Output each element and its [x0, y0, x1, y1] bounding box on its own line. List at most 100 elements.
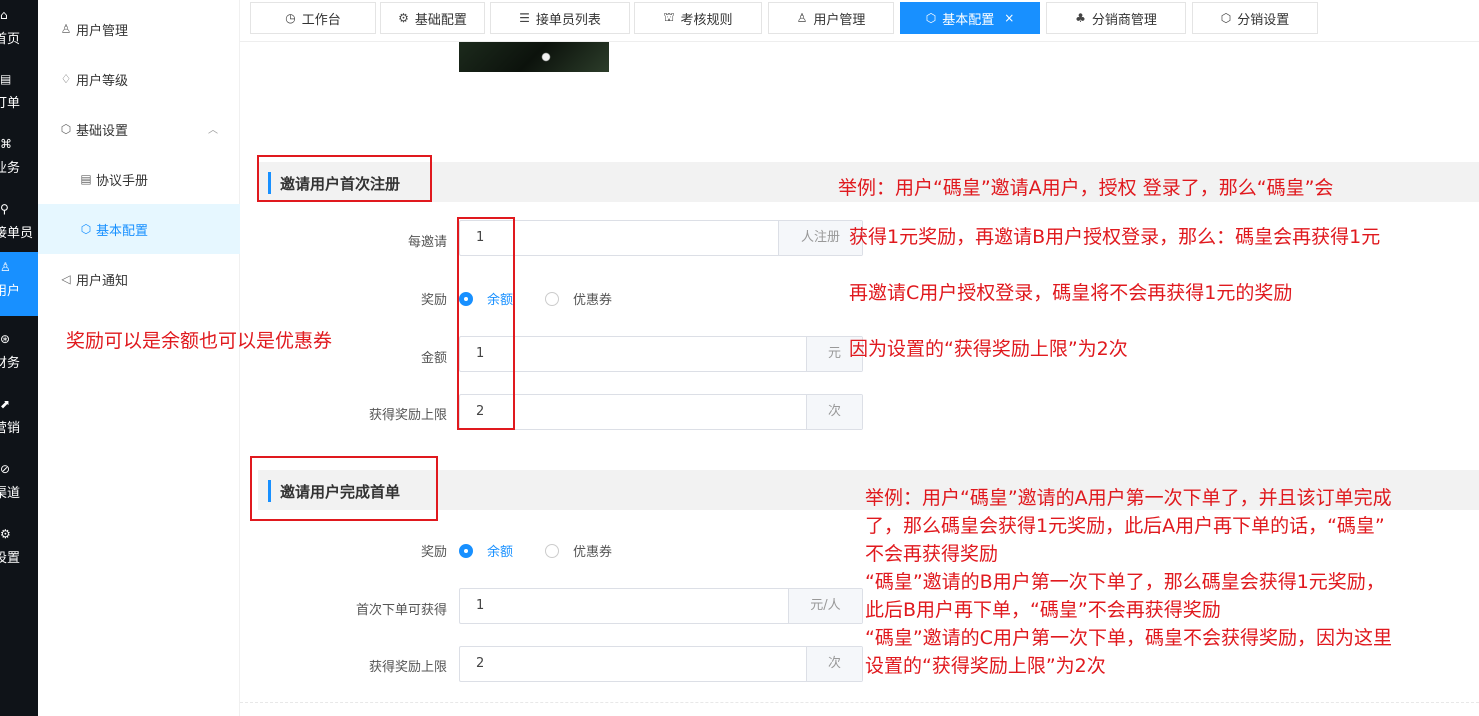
annotation-reward-note: 奖励可以是余额也可以是优惠券: [66, 330, 333, 352]
tab-label: 分销商管理: [1091, 12, 1157, 28]
tab-label: 考核规则: [680, 12, 733, 28]
rail-item-settings[interactable]: ⚙ 设置: [0, 519, 38, 583]
flower-graphic: [539, 48, 553, 66]
reward-limit-input[interactable]: 2 次: [459, 394, 863, 430]
rail-item-business[interactable]: ⌘ 业务: [0, 129, 38, 193]
sidebar-item-user-management[interactable]: ♙ 用户管理: [38, 4, 240, 54]
reward-label: 奖励: [420, 293, 447, 308]
reward-label-2: 奖励: [420, 545, 447, 560]
reward-limit-input-2[interactable]: 2 次: [459, 646, 863, 682]
radio-dot: [459, 543, 473, 558]
rail-item-marketing[interactable]: ⬈ 营销: [0, 389, 38, 453]
annotation-example2-line: 此后B用户再下单，“碼皇”不会再获得奖励: [865, 599, 1221, 621]
sidebar-item-label: 协议手册: [96, 173, 149, 189]
rail-item-home[interactable]: ⌂ 首页: [0, 0, 38, 64]
tab-label: 基础配置: [414, 12, 467, 28]
tab-label: 工作台: [301, 12, 341, 28]
annotation-example2-line: 不会再获得奖励: [865, 543, 999, 565]
first-order-input[interactable]: 1 元/人: [459, 588, 863, 624]
business-icon: ⌘: [0, 137, 12, 151]
channel-icon: ⊘: [0, 462, 11, 476]
rail-item-label: 渠道: [0, 486, 21, 501]
radio-label: 优惠券: [573, 545, 613, 560]
sub-sidebar: ♙ 用户管理 ♢ 用户等级 ⬡ 基础设置 ︿ ▤ 协议手册 ⬡ 基本配置 ◁ 用…: [38, 0, 240, 716]
radio-label: 余额: [487, 545, 514, 560]
close-icon[interactable]: ×: [1004, 11, 1014, 25]
rail-item-label: 财务: [0, 356, 21, 371]
rail-item-label: 营销: [0, 421, 21, 436]
tab-user-management[interactable]: ♙ 用户管理: [768, 2, 894, 34]
reward-limit-label: 获得奖励上限: [368, 408, 447, 423]
rail-item-channel[interactable]: ⊘ 渠道: [0, 454, 38, 518]
tab-basic-config[interactable]: ⚙ 基础配置: [380, 2, 485, 34]
rail-item-users[interactable]: ♙ 用户: [0, 252, 38, 316]
speaker-icon: ◁: [61, 272, 71, 286]
home-icon: ⌂: [0, 8, 8, 22]
sidebar-item-label: 用户通知: [76, 273, 129, 289]
annotation-example1-line4: 因为设置的“获得奖励上限”为2次: [849, 338, 1128, 360]
per-invite-input[interactable]: 1 人注册: [459, 220, 863, 256]
reward-limit-suffix-2: 次: [806, 647, 862, 681]
reward-radio-balance-2[interactable]: 余额: [459, 541, 513, 560]
tab-rider-list[interactable]: ☰ 接单员列表: [490, 2, 630, 34]
reward-radio-coupon-2[interactable]: 优惠券: [545, 541, 612, 560]
sidebar-item-label: 用户管理: [76, 23, 129, 39]
tab-bar: ◷ 工作台 ⚙ 基础配置 ☰ 接单员列表 ⛫ 考核规则 ♙ 用户管理 ⬡ 基本配…: [240, 0, 1479, 42]
bike-icon: ⚲: [0, 202, 9, 216]
sidebar-item-user-notice[interactable]: ◁ 用户通知: [38, 254, 240, 304]
rail-item-label: 接单员: [0, 226, 34, 241]
sidebar-item-basic-config[interactable]: ⬡ 基本配置: [38, 204, 240, 254]
amount-input[interactable]: 1 元: [459, 336, 863, 372]
tab-distributor-management[interactable]: ♣ 分销商管理: [1046, 2, 1186, 34]
tab-label: 基本配置: [942, 12, 995, 28]
tab-basic-settings-active[interactable]: ⬡ 基本配置 ×: [900, 2, 1040, 34]
list-icon: ☰: [519, 11, 530, 25]
first-order-value[interactable]: 1: [460, 589, 788, 623]
document-icon: ▤: [80, 172, 92, 186]
rule-icon: ⛫: [663, 10, 675, 24]
per-invite-label: 每邀请: [407, 235, 447, 250]
annotation-example2-line: 举例：用户“碼皇”邀请的A用户第一次下单了，并且该订单完成: [865, 487, 1392, 509]
sidebar-item-agreement-manual[interactable]: ▤ 协议手册: [38, 154, 240, 204]
rail-item-riders[interactable]: ⚲ 接单员: [0, 194, 38, 258]
tab-assessment-rules[interactable]: ⛫ 考核规则: [634, 2, 762, 34]
first-order-label: 首次下单可获得: [355, 603, 447, 618]
annotation-box-section1-fields: [457, 217, 515, 430]
sidebar-item-user-level[interactable]: ♢ 用户等级: [38, 54, 240, 104]
divider: [240, 702, 1479, 703]
sidebar-item-label: 用户等级: [76, 73, 129, 89]
annotation-example2-line: “碼皇”邀请的C用户第一次下单，碼皇不会获得奖励，因为这里: [865, 627, 1392, 649]
user-icon: ♙: [0, 260, 11, 274]
annotation-example2-line: 了，那么碼皇会获得1元奖励，此后A用户再下单的话，“碼皇”: [865, 515, 1385, 537]
rail-item-label: 订单: [0, 96, 21, 111]
tab-label: 接单员列表: [535, 12, 601, 28]
first-order-suffix: 元/人: [788, 589, 862, 623]
sidebar-item-label: 基本配置: [96, 223, 149, 239]
hexagon-icon: ⬡: [1220, 11, 1232, 25]
gear-icon: ⚙: [398, 11, 409, 25]
radio-dot: [545, 543, 559, 558]
reward-limit-suffix: 次: [806, 395, 862, 429]
reward-radio-coupon[interactable]: 优惠券: [545, 289, 612, 308]
sidebar-item-basic-settings[interactable]: ⬡ 基础设置 ︿: [38, 104, 240, 154]
reward-limit-value-2[interactable]: 2: [460, 647, 806, 681]
order-icon: ▤: [0, 72, 12, 86]
rail-item-finance[interactable]: ⊛ 财务: [0, 324, 38, 388]
hexagon-icon: ⬡: [80, 222, 92, 236]
annotation-example2-line: “碼皇”邀请的B用户第一次下单了，那么碼皇会获得1元奖励，: [865, 571, 1385, 593]
annotation-box-section1-title: [257, 155, 432, 202]
hexagon-icon: ⬡: [60, 122, 72, 136]
main-rail: ⌂ 首页 ▤ 订单 ⌘ 业务 ⚲ 接单员 ♙ 用户 ⊛ 财务 ⬈ 营销 ⊘ 渠道: [0, 0, 38, 716]
annotation-example1-line3: 再邀请C用户授权登录，碼皇将不会再获得1元的奖励: [849, 282, 1293, 304]
rail-item-label: 业务: [0, 161, 21, 176]
user-icon: ♙: [796, 11, 808, 25]
sidebar-item-label: 基础设置: [76, 123, 129, 139]
annotation-example2: 举例：用户“碼皇”邀请的A用户第一次下单了，并且该订单完成 了，那么碼皇会获得1…: [865, 484, 1392, 680]
dashboard-icon: ◷: [285, 11, 296, 25]
annotation-box-section2-title: [250, 456, 438, 521]
tab-workbench[interactable]: ◷ 工作台: [250, 2, 376, 34]
uploaded-image-preview[interactable]: [459, 42, 609, 72]
radio-dot: [545, 291, 559, 306]
rail-item-orders[interactable]: ▤ 订单: [0, 64, 38, 128]
tab-distribution-settings[interactable]: ⬡ 分销设置: [1192, 2, 1318, 34]
